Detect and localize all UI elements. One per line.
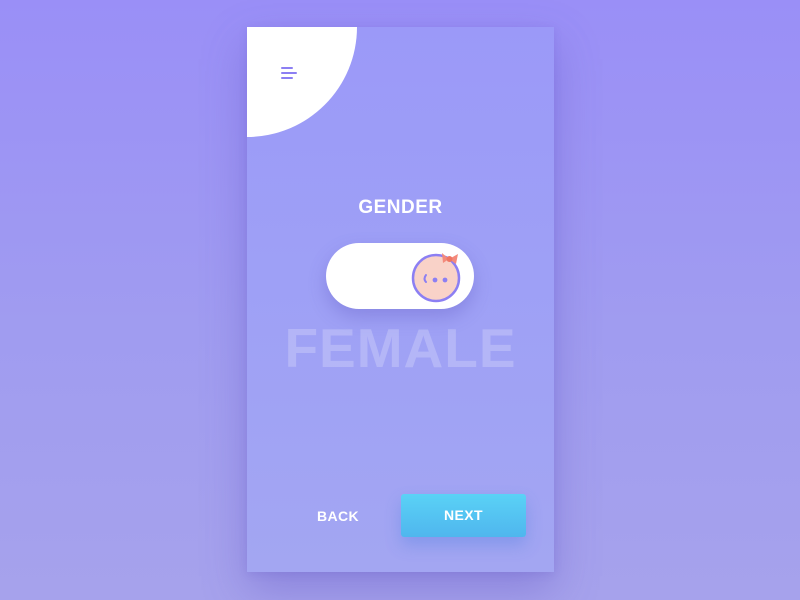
toggle-knob[interactable] [411,251,461,303]
menu-line [281,72,297,74]
hamburger-menu-icon[interactable] [281,65,299,81]
baby-girl-face-icon [411,253,461,303]
selected-gender-label: FEMALE [284,317,517,379]
menu-line [281,77,293,79]
page-title: GENDER [358,197,443,218]
phone-screen: GENDER FEMALE BACK NEXT [247,27,554,572]
next-button[interactable]: NEXT [401,494,526,537]
menu-line [281,67,293,69]
back-button[interactable]: BACK [303,494,373,538]
corner-decoration [247,27,357,137]
gender-toggle[interactable] [326,243,474,309]
